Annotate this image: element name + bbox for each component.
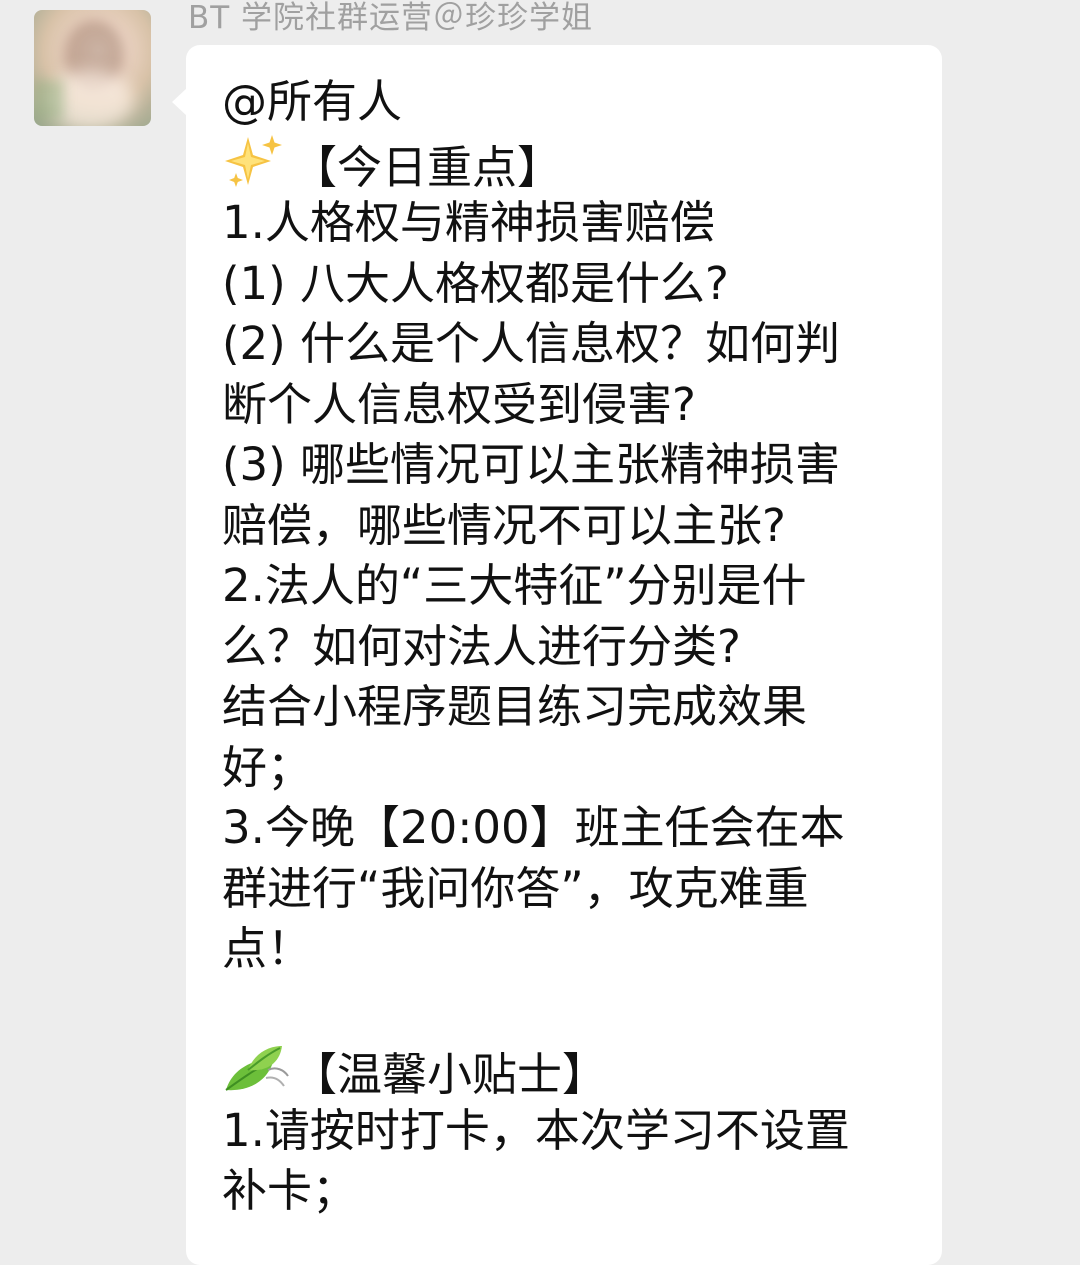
message-line: 好； bbox=[222, 740, 313, 794]
message-line: 群进行“我问你答”，攻克难重 bbox=[222, 861, 809, 915]
key-points-header-line: 【今日重点】 bbox=[222, 133, 922, 194]
chat-area: BT 学院社群运营＠珍珍学姐 @所有人 【今日重点】 1.人格权与精神损害赔偿 … bbox=[0, 0, 1080, 1265]
message-line: 么？如何对法人进行分类? bbox=[222, 619, 741, 673]
mention-line: @所有人 bbox=[222, 75, 403, 128]
bubble-tail bbox=[172, 88, 187, 116]
sender-avatar[interactable] bbox=[34, 10, 151, 126]
leaves-icon bbox=[222, 1040, 292, 1096]
message-line: 1.人格权与精神损害赔偿 bbox=[222, 196, 715, 249]
message-line: 断个人信息权受到侵害? bbox=[222, 377, 696, 431]
tips-header-line: 【温馨小贴士】 bbox=[222, 1040, 922, 1101]
message-line: 赔偿，哪些情况不可以主张? bbox=[222, 498, 786, 552]
message-line: 2.法人的“三大特征”分别是什 bbox=[222, 559, 807, 612]
message-line: 点！ bbox=[222, 922, 313, 975]
message-line: 结合小程序题目练习完成效果 bbox=[222, 680, 808, 733]
message-line: (1) 八大人格权都是什么? bbox=[222, 256, 729, 310]
sparkles-icon bbox=[222, 133, 292, 189]
message-line: (2) 什么是个人信息权？如何判 bbox=[222, 317, 841, 370]
message-line: 3.今晚【20:00】班主任会在本 bbox=[222, 801, 845, 854]
sender-name: BT 学院社群运营＠珍珍学姐 bbox=[188, 0, 594, 36]
tips-line: 1.请按时打卡，本次学习不设置 bbox=[222, 1103, 850, 1157]
key-points-header: 【今日重点】 bbox=[292, 140, 563, 194]
message-text: @所有人 【今日重点】 1.人格权与精神损害赔偿 (1) 八大人格权都是什么? … bbox=[222, 72, 922, 1222]
message-line: (3) 哪些情况可以主张精神损害 bbox=[222, 438, 841, 491]
tips-line: 补卡； bbox=[222, 1164, 358, 1217]
tips-header: 【温馨小贴士】 bbox=[292, 1048, 608, 1101]
